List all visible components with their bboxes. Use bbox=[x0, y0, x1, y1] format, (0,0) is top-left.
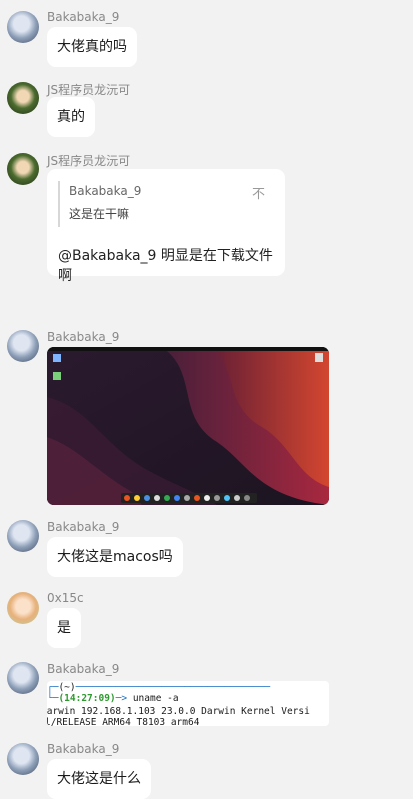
avatar[interactable] bbox=[7, 743, 39, 775]
image-attachment[interactable] bbox=[47, 347, 329, 505]
sender-name: Bakabaka_9 bbox=[47, 520, 120, 534]
avatar[interactable] bbox=[7, 82, 39, 114]
terminal-command: uname -a bbox=[132, 693, 179, 704]
sender-name: Bakabaka_9 bbox=[47, 742, 120, 756]
terminal-output-line: l/RELEASE_ARM64_T8103 arm64 bbox=[47, 717, 200, 726]
message-bubble[interactable]: 大佬真的吗 bbox=[47, 27, 137, 67]
quote-bar bbox=[58, 181, 60, 227]
terminal-prompt-line-2: └─(14:27:09)─> uname -a bbox=[47, 693, 179, 704]
sender-name: Bakabaka_9 bbox=[47, 10, 120, 24]
quote-close-text[interactable]: 不 bbox=[252, 183, 265, 202]
ubuntu-desktop-image bbox=[47, 347, 329, 505]
avatar[interactable] bbox=[7, 330, 39, 362]
terminal-image-attachment[interactable]: ┌─(~)────────────────────────────────── … bbox=[47, 681, 329, 726]
sender-name: JS程序员龙沅可 bbox=[47, 154, 131, 168]
prompt-time: (14:27:09) bbox=[58, 693, 116, 704]
sender-name: JS程序员龙沅可 bbox=[47, 83, 131, 97]
avatar[interactable] bbox=[7, 520, 39, 552]
avatar[interactable] bbox=[7, 592, 39, 624]
message-bubble[interactable]: 真的 bbox=[47, 97, 95, 137]
message-bubble[interactable]: 大佬这是macos吗 bbox=[47, 537, 183, 577]
quote-text: 这是在干嘛 bbox=[69, 207, 130, 221]
quote-sender: Bakabaka_9 bbox=[69, 184, 142, 198]
sender-name: 0x15c bbox=[47, 591, 84, 605]
reply-text: @Bakabaka_9 明显是在下载文件啊 bbox=[58, 248, 273, 284]
avatar[interactable] bbox=[7, 11, 39, 43]
message-bubble[interactable]: 大佬这是什么 bbox=[47, 759, 151, 799]
sender-name: Bakabaka_9 bbox=[47, 662, 120, 676]
avatar[interactable] bbox=[7, 153, 39, 185]
sender-name: Bakabaka_9 bbox=[47, 330, 120, 344]
avatar[interactable] bbox=[7, 662, 39, 694]
reply-bubble[interactable]: Bakabaka_9 这是在干嘛 不 @Bakabaka_9 明显是在下载文件啊 bbox=[47, 169, 285, 284]
message-bubble[interactable]: 是 bbox=[47, 608, 81, 648]
